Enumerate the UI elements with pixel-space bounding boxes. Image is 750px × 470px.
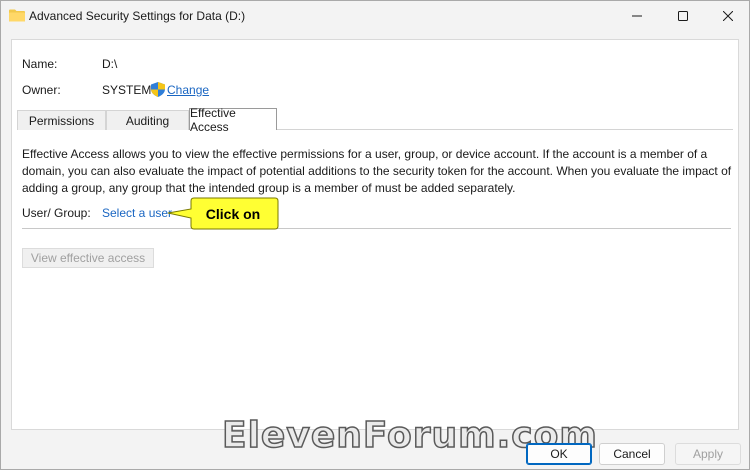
change-owner-link[interactable]: Change — [167, 83, 209, 97]
divider — [22, 228, 731, 229]
select-user-link[interactable]: Select a user — [102, 206, 172, 220]
owner-label: Owner: — [22, 83, 61, 97]
tab-permissions[interactable]: Permissions — [17, 110, 106, 130]
minimize-button[interactable] — [614, 1, 660, 31]
title-bar[interactable]: Advanced Security Settings for Data (D:) — [1, 1, 749, 31]
settings-panel: Name: D:\ Owner: SYSTEM Change Permissio… — [11, 39, 739, 430]
click-on-callout: Click on — [167, 197, 279, 230]
name-label: Name: — [22, 57, 58, 71]
close-button[interactable] — [705, 1, 750, 31]
user-group-label: User/ Group: — [22, 206, 91, 220]
apply-button[interactable]: Apply — [675, 443, 741, 465]
window-title: Advanced Security Settings for Data (D:) — [29, 9, 246, 23]
owner-value: SYSTEM — [102, 83, 152, 97]
effective-access-description: Effective Access allows you to view the … — [22, 147, 732, 195]
close-icon — [723, 11, 733, 21]
dialog-window: Advanced Security Settings for Data (D:)… — [0, 0, 750, 470]
select-user-link-text: Select a user — [102, 206, 173, 220]
ok-button[interactable]: OK — [526, 443, 592, 465]
tab-auditing[interactable]: Auditing — [106, 110, 189, 130]
name-value: D:\ — [102, 57, 118, 71]
cancel-button[interactable]: Cancel — [599, 443, 665, 465]
callout-text: Click on — [206, 206, 260, 222]
uac-shield-icon — [151, 82, 165, 97]
view-effective-access-button[interactable]: View effective access — [22, 248, 154, 268]
maximize-button[interactable] — [660, 1, 706, 31]
tab-strip: Permissions Auditing Effective Access — [17, 106, 733, 134]
maximize-icon — [678, 11, 688, 21]
folder-icon — [9, 9, 25, 22]
minimize-icon — [632, 15, 642, 17]
tab-effective-access[interactable]: Effective Access — [189, 106, 277, 134]
change-owner-link-text: Change — [167, 83, 210, 97]
